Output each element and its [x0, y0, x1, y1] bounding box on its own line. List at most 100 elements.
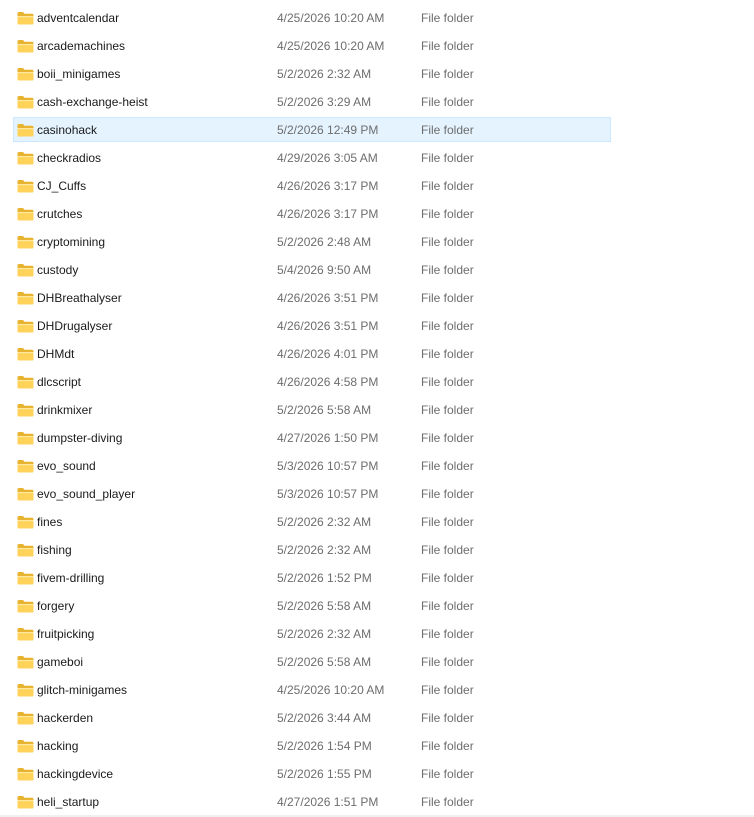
- date-modified: 4/25/2026 10:20 AM: [277, 683, 385, 697]
- file-name: fruitpicking: [37, 627, 95, 641]
- file-row[interactable]: boii_minigames 5/2/2026 2:32 AM File folde…: [0, 60, 754, 88]
- file-type: File folder: [421, 627, 474, 641]
- file-name: heli_startup: [37, 795, 100, 809]
- file-row[interactable]: adventcalendar 4/25/2026 10:20 AM File fol…: [0, 4, 754, 32]
- file-type: File folder: [421, 795, 474, 809]
- date-modified: 4/26/2026 4:01 PM: [277, 347, 379, 361]
- file-type: File folder: [421, 179, 474, 193]
- file-row[interactable]: crutches 4/26/2026 3:17 PM File folder: [0, 200, 754, 228]
- folder-icon: [17, 152, 34, 165]
- date-modified: 5/2/2026 3:44 AM: [277, 711, 372, 725]
- file-type: File folder: [421, 739, 474, 753]
- file-row[interactable]: cryptomining 5/2/2026 2:48 AM File folder: [0, 228, 754, 256]
- file-name: gameboi: [37, 655, 84, 669]
- file-list: adventcalendar 4/25/2026 10:20 AM File fol…: [0, 4, 754, 816]
- folder-icon: [17, 796, 34, 809]
- date-modified: 4/26/2026 3:17 PM: [277, 179, 379, 193]
- file-type: File folder: [421, 571, 474, 585]
- file-row[interactable]: checkradios 4/29/2026 3:05 AM File folder: [0, 144, 754, 172]
- file-type: File folder: [421, 459, 474, 473]
- folder-icon: [17, 516, 34, 529]
- file-row[interactable]: cash-exchange-heist 5/2/2026 3:29 AM File …: [0, 88, 754, 116]
- file-row[interactable]: heli_startup 4/27/2026 1:51 PM File folder: [0, 788, 754, 816]
- file-type: File folder: [421, 543, 474, 557]
- file-row[interactable]: DHBreathalyser 4/26/2026 3:51 PM File fold…: [0, 284, 754, 312]
- file-row[interactable]: gameboi 5/2/2026 5:58 AM File folder: [0, 648, 754, 676]
- file-row[interactable]: glitch-minigames 4/25/2026 10:20 AM File f…: [0, 676, 754, 704]
- file-type: File folder: [421, 403, 474, 417]
- file-type: File folder: [421, 767, 474, 781]
- file-row[interactable]: fivem-drilling 5/2/2026 1:52 PM File folde…: [0, 564, 754, 592]
- date-modified: 4/27/2026 1:50 PM: [277, 431, 379, 445]
- file-type: File folder: [421, 431, 474, 445]
- file-row[interactable]: dumpster-diving 4/27/2026 1:50 PM File fol…: [0, 424, 754, 452]
- file-row[interactable]: forgery 5/2/2026 5:58 AM File folder: [0, 592, 754, 620]
- file-name: cryptomining: [37, 235, 106, 249]
- date-modified: 5/2/2026 5:58 AM: [277, 403, 372, 417]
- file-type: File folder: [421, 67, 474, 81]
- folder-icon: [17, 236, 34, 249]
- folder-icon: [17, 488, 34, 501]
- file-type: File folder: [421, 319, 474, 333]
- date-modified: 5/2/2026 5:58 AM: [277, 655, 372, 669]
- file-row[interactable]: drinkmixer 5/2/2026 5:58 AM File folder: [0, 396, 754, 424]
- file-row[interactable]: DHMdt 4/26/2026 4:01 PM File folder: [0, 340, 754, 368]
- file-row[interactable]: DHDrugalyser 4/26/2026 3:51 PM File folder: [0, 312, 754, 340]
- file-name: CJ_Cuffs: [37, 179, 87, 193]
- file-name: glitch-minigames: [37, 683, 128, 697]
- file-row[interactable]: CJ_Cuffs 4/26/2026 3:17 PM File folder: [0, 172, 754, 200]
- folder-icon: [17, 292, 34, 305]
- file-row[interactable]: arcademachines 4/25/2026 10:20 AM File fol…: [0, 32, 754, 60]
- file-row[interactable]: fruitpicking 5/2/2026 2:32 AM File folder: [0, 620, 754, 648]
- file-name: adventcalendar: [37, 11, 120, 25]
- file-row[interactable]: evo_sound 5/3/2026 10:57 PM File folder: [0, 452, 754, 480]
- folder-icon: [17, 96, 34, 109]
- file-row[interactable]: custody 5/4/2026 9:50 AM File folder: [0, 256, 754, 284]
- file-type: File folder: [421, 235, 474, 249]
- file-name: DHDrugalyser: [37, 319, 113, 333]
- file-name: forgery: [37, 599, 75, 613]
- file-row[interactable]: hackingdevice 5/2/2026 1:55 PM File folder: [0, 760, 754, 788]
- date-modified: 4/26/2026 3:17 PM: [277, 207, 379, 221]
- file-row[interactable]: casinohack 5/2/2026 12:49 PM File folder: [0, 116, 754, 144]
- date-modified: 5/2/2026 1:55 PM: [277, 767, 372, 781]
- file-name: hacking: [37, 739, 79, 753]
- file-type: File folder: [421, 123, 474, 137]
- file-row[interactable]: fines 5/2/2026 2:32 AM File folder: [0, 508, 754, 536]
- file-type: File folder: [421, 39, 474, 53]
- date-modified: 4/27/2026 1:51 PM: [277, 795, 379, 809]
- file-name: casinohack: [37, 123, 98, 137]
- file-type: File folder: [421, 599, 474, 613]
- file-name: boii_minigames: [37, 67, 121, 81]
- date-modified: 5/2/2026 12:49 PM: [277, 123, 379, 137]
- file-name: DHMdt: [37, 347, 75, 361]
- folder-icon: [17, 180, 34, 193]
- file-name: evo_sound_player: [37, 487, 136, 501]
- file-name: dlcscript: [37, 375, 82, 389]
- folder-icon: [17, 544, 34, 557]
- date-modified: 4/25/2026 10:20 AM: [277, 39, 385, 53]
- date-modified: 5/3/2026 10:57 PM: [277, 459, 379, 473]
- date-modified: 4/25/2026 10:20 AM: [277, 11, 385, 25]
- folder-icon: [17, 404, 34, 417]
- date-modified: 4/26/2026 4:58 PM: [277, 375, 379, 389]
- folder-icon: [17, 208, 34, 221]
- date-modified: 5/4/2026 9:50 AM: [277, 263, 372, 277]
- file-row[interactable]: evo_sound_player 5/3/2026 10:57 PM File fo…: [0, 480, 754, 508]
- date-modified: 4/29/2026 3:05 AM: [277, 151, 378, 165]
- file-name: fivem-drilling: [37, 571, 105, 585]
- file-row[interactable]: hacking 5/2/2026 1:54 PM File folder: [0, 732, 754, 760]
- date-modified: 5/2/2026 1:52 PM: [277, 571, 372, 585]
- file-row[interactable]: hackerden 5/2/2026 3:44 AM File folder: [0, 704, 754, 732]
- folder-icon: [17, 68, 34, 81]
- file-name: crutches: [37, 207, 83, 221]
- file-type: File folder: [421, 263, 474, 277]
- file-type: File folder: [421, 151, 474, 165]
- date-modified: 5/2/2026 2:32 AM: [277, 67, 372, 81]
- file-type: File folder: [421, 11, 474, 25]
- file-type: File folder: [421, 711, 474, 725]
- file-row[interactable]: dlcscript 4/26/2026 4:58 PM File folder: [0, 368, 754, 396]
- file-row[interactable]: fishing 5/2/2026 2:32 AM File folder: [0, 536, 754, 564]
- date-modified: 5/2/2026 1:54 PM: [277, 739, 372, 753]
- folder-icon: [17, 712, 34, 725]
